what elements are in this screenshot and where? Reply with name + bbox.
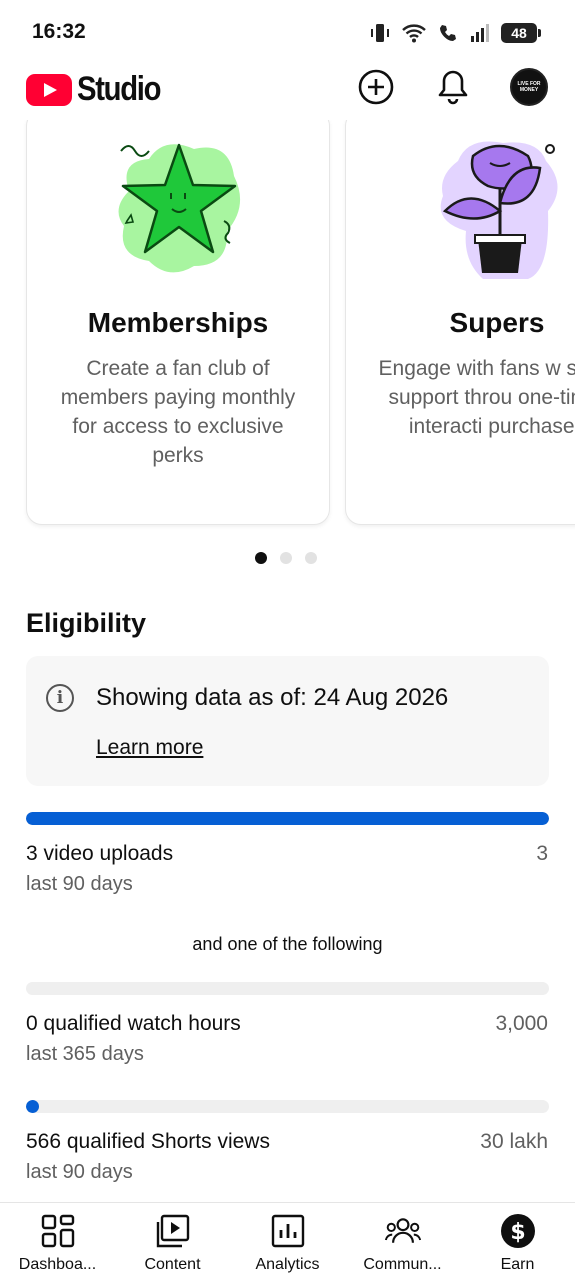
status-bar: 16:32 48 (0, 0, 575, 64)
wifi-icon (402, 24, 426, 43)
carousel-pagination (255, 552, 317, 564)
page-dot-active[interactable] (255, 552, 267, 564)
info-box: i Showing data as of: 24 Aug 2026 Learn … (26, 656, 549, 786)
nav-label: Earn (500, 1256, 535, 1273)
progress-bar-shorts-views (26, 1100, 549, 1113)
studio-logo[interactable]: Studio (26, 70, 174, 109)
plant-icon (440, 141, 558, 279)
nav-label: Commun... (363, 1256, 442, 1273)
signal-icon (471, 24, 489, 42)
card-description: Create a fan club of members paying mont… (60, 357, 296, 467)
avatar[interactable]: LIVE FOR MONEY (510, 68, 548, 106)
nav-label: Content (144, 1256, 201, 1273)
nav-label: Analytics (255, 1256, 320, 1273)
card-memberships[interactable]: Memberships Create a fan club of members… (26, 120, 330, 525)
nav-content[interactable]: Content (115, 1203, 230, 1280)
app-header: Studio LIVE FOR MONEY (0, 64, 575, 120)
nav-community[interactable]: Commun... (345, 1203, 460, 1280)
card-supers[interactable]: Supers Engage with fans w show support t… (345, 120, 575, 525)
avatar-text: LIVE FOR MONEY (517, 81, 541, 93)
bottom-nav: Dashboa... Content Analytics Commun... $… (0, 1202, 575, 1280)
features-carousel[interactable]: Memberships Create a fan club of members… (0, 120, 575, 530)
youtube-play-icon (26, 73, 72, 106)
data-date-text: Showing data as of: 24 Aug 2026 (96, 684, 449, 711)
learn-more-link[interactable]: Learn more (96, 736, 203, 760)
bell-icon (438, 70, 468, 105)
card-title: Memberships (87, 307, 269, 338)
status-time: 16:32 (32, 20, 86, 43)
progress-fill (26, 812, 549, 825)
requirement-label: 566 qualified Shorts views (26, 1130, 270, 1153)
requirement-target: 30 lakh (480, 1130, 548, 1153)
nav-analytics[interactable]: Analytics (230, 1203, 345, 1280)
progress-bar-watch-hours (26, 982, 549, 995)
svg-text:$: $ (510, 1220, 525, 1245)
nav-earn[interactable]: $ Earn (460, 1203, 575, 1280)
community-icon (384, 1213, 421, 1249)
earn-icon: $ (500, 1213, 536, 1249)
info-icon: i (46, 684, 74, 712)
progress-fill (26, 1100, 39, 1113)
requirement-period: last 365 days (26, 1043, 144, 1065)
dashboard-icon (40, 1213, 76, 1249)
page-dot[interactable] (305, 552, 317, 564)
add-circle-icon (358, 69, 394, 105)
requirement-label: 3 video uploads (26, 842, 174, 865)
logo-text: Studio (77, 70, 162, 108)
eligibility-heading: Eligibility (26, 608, 147, 638)
vibrate-icon (371, 24, 389, 42)
nav-dashboard[interactable]: Dashboa... (0, 1203, 115, 1280)
battery-indicator: 48 (501, 23, 541, 43)
requirement-target: 3,000 (495, 1012, 548, 1035)
notifications-button[interactable] (433, 67, 473, 107)
star-icon (118, 143, 241, 273)
page-dot[interactable] (280, 552, 292, 564)
analytics-icon (270, 1213, 306, 1249)
status-icons: 48 (369, 20, 541, 46)
requirement-period: last 90 days (26, 1161, 133, 1183)
call-icon (440, 25, 456, 41)
or-text: and one of the following (192, 934, 383, 954)
content-icon (155, 1213, 191, 1249)
progress-bar-uploads (26, 812, 549, 825)
nav-label: Dashboa... (18, 1256, 97, 1273)
create-button[interactable] (356, 67, 396, 107)
card-description: Engage with fans w show support throu on… (378, 357, 575, 438)
card-title: Supers (449, 307, 545, 338)
requirement-period: last 90 days (26, 873, 133, 895)
requirement-label: 0 qualified watch hours (26, 1012, 241, 1035)
requirement-target: 3 (536, 842, 548, 865)
